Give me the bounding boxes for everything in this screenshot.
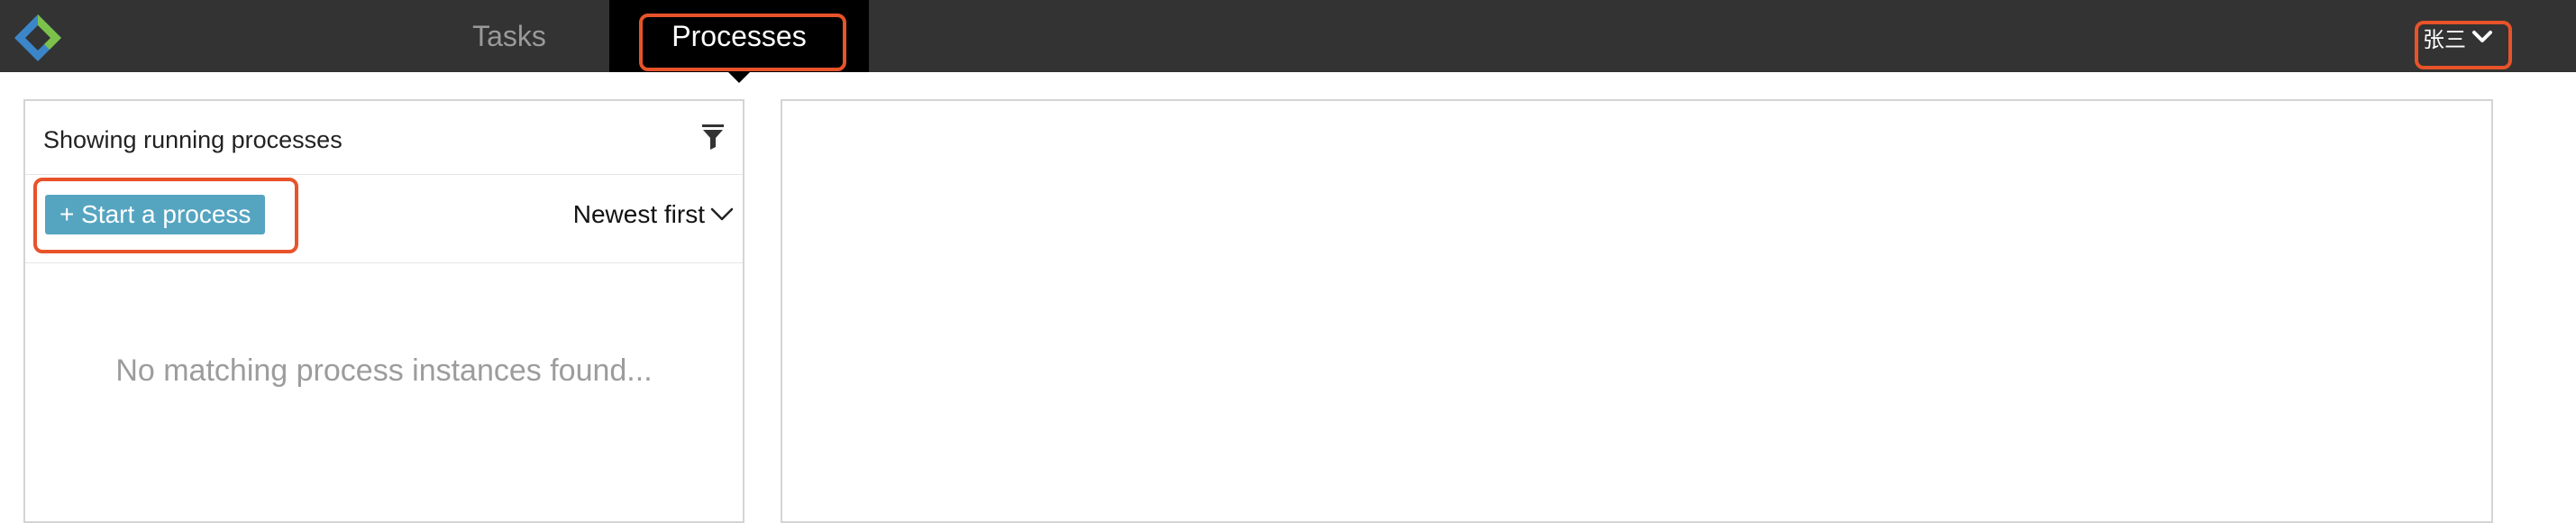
tab-processes[interactable]: Processes — [609, 0, 869, 83]
sort-dropdown[interactable]: Newest first — [573, 195, 734, 234]
chevron-down-icon — [710, 207, 734, 221]
tab-processes-label: Processes — [671, 19, 807, 52]
panel-header: Showing running processes — [25, 101, 743, 175]
panel-toolbar: + Start a process Newest first — [25, 175, 743, 263]
panel-title: Showing running processes — [43, 126, 343, 153]
chevron-down-icon — [2472, 31, 2492, 42]
user-name: 张三 — [2423, 27, 2466, 52]
process-detail-panel — [781, 99, 2493, 523]
app-logo-icon[interactable] — [13, 13, 63, 63]
sort-selected-label: Newest first — [572, 200, 705, 228]
tab-tasks[interactable]: Tasks — [433, 0, 586, 72]
empty-state-message: No matching process instances found... — [115, 353, 653, 388]
process-list-panel: Showing running processes + Start a proc… — [23, 99, 744, 523]
start-process-button[interactable]: + Start a process — [45, 195, 266, 234]
user-menu[interactable]: 张三 — [2423, 22, 2493, 52]
active-tab-indicator — [728, 72, 750, 83]
filter-icon[interactable] — [701, 123, 725, 151]
top-navbar: Tasks Processes 张三 — [0, 0, 2576, 83]
tab-tasks-label: Tasks — [472, 19, 546, 52]
